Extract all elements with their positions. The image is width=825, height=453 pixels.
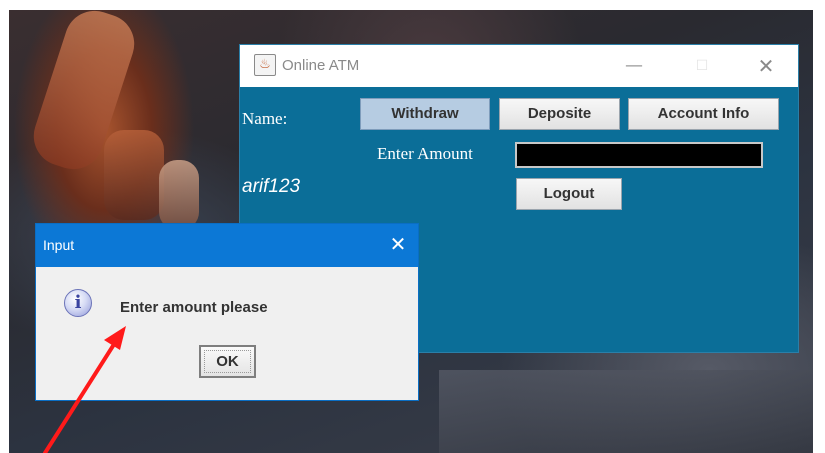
arrow-head xyxy=(104,326,126,350)
arrow-shaft xyxy=(43,336,120,453)
red-arrow-annotation xyxy=(43,326,126,453)
